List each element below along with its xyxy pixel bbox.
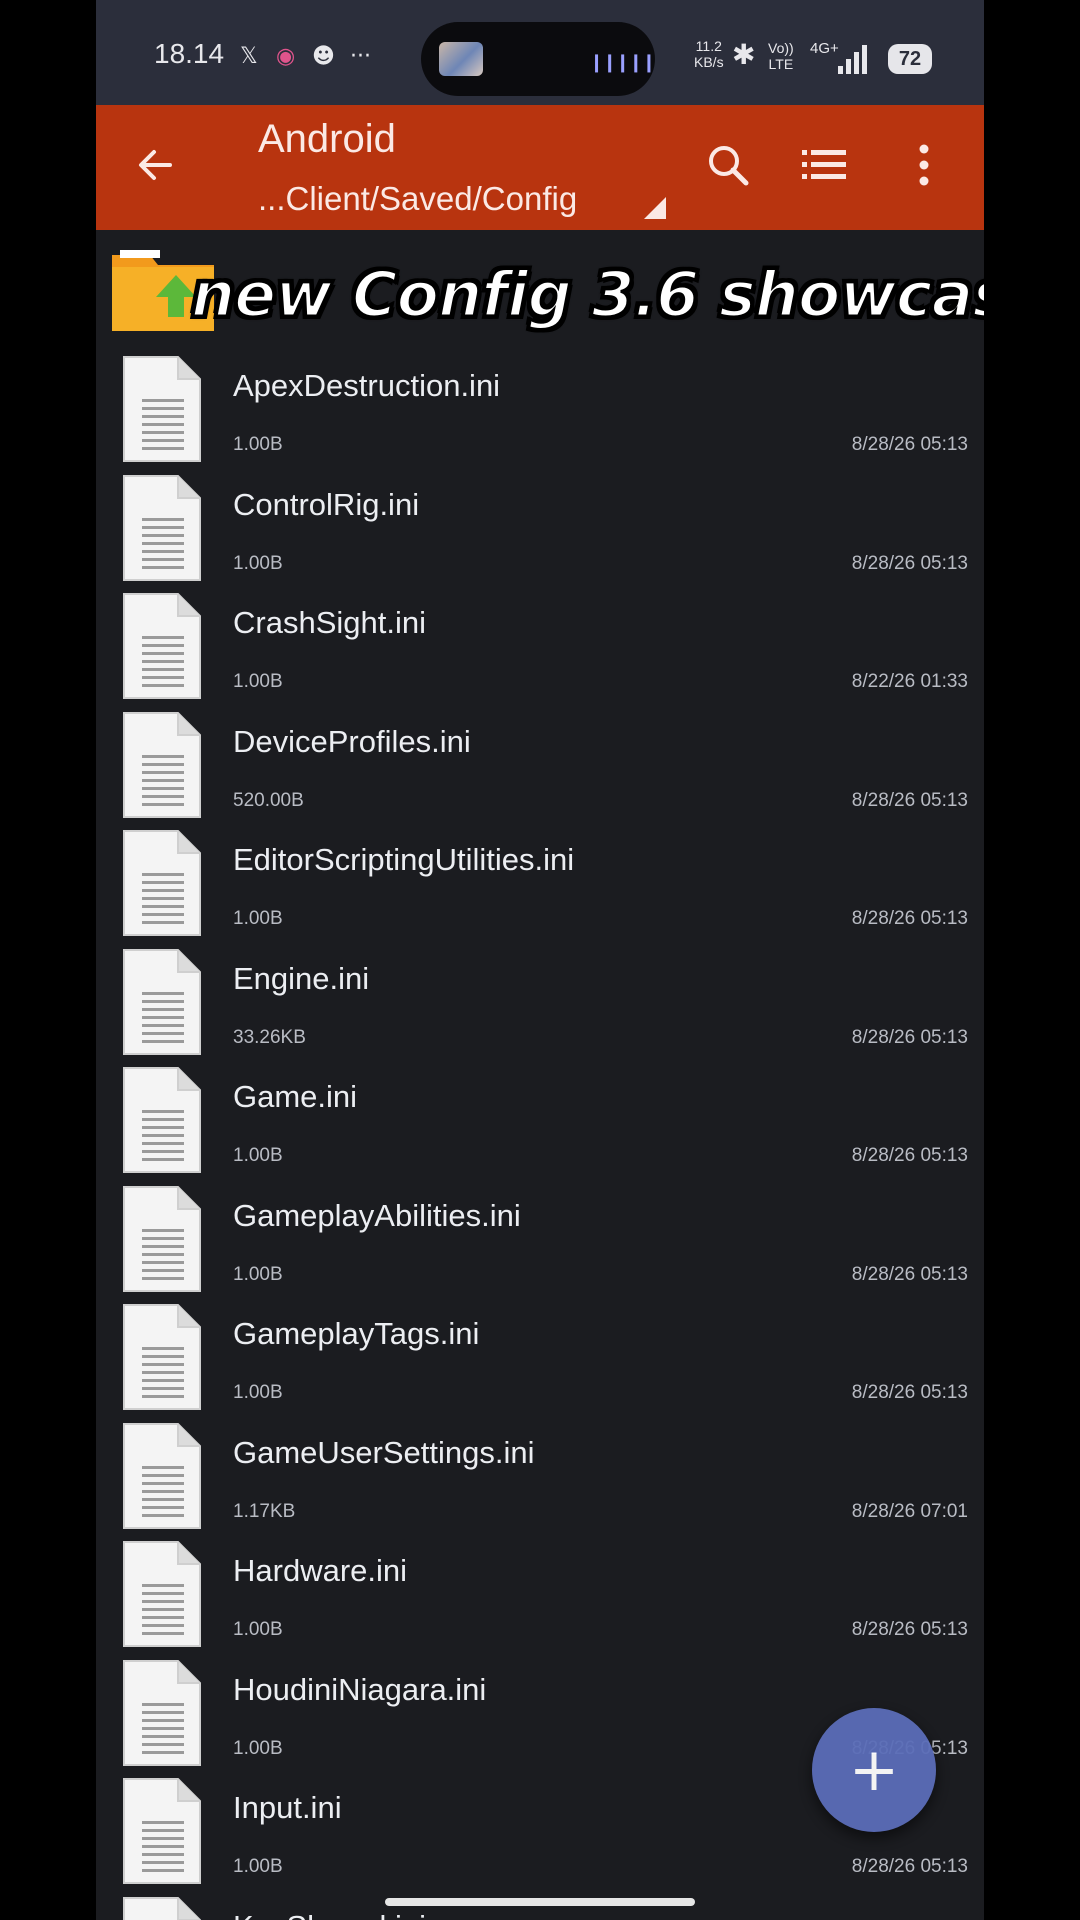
audio-wave-icon: ❙❙❙❙❙ <box>589 52 656 73</box>
file-size: 1.00B <box>233 434 283 455</box>
file-date: 8/22/26 01:33 <box>851 671 968 692</box>
document-icon <box>123 474 201 581</box>
file-size: 1.17KB <box>233 1500 296 1522</box>
file-name: HoudiniNiagara.ini <box>233 1671 487 1707</box>
bluetooth-icon: ✱ <box>732 38 756 71</box>
file-name: GameplayTags.ini <box>233 1316 480 1351</box>
file-row[interactable]: Game.ini 1.00B 8/28/26 05:13 <box>96 1061 984 1180</box>
file-date: 8/28/26 05:13 <box>851 789 968 811</box>
more-dots-icon: ··· <box>350 44 371 69</box>
phone-screen: 18.14 𝕏 ◉ ☻ ··· ❙❙❙❙❙ 11.2 KB/s ✱ Vo)) L… <box>96 0 984 1920</box>
file-name: DeviceProfiles.ini <box>233 723 471 759</box>
file-size: 1.00B <box>233 1856 283 1877</box>
file-row[interactable]: GameplayAbilities.ini 1.00B 8/28/26 05:13 <box>96 1180 984 1299</box>
x-icon: 𝕏 <box>240 44 258 69</box>
file-name: ControlRig.ini <box>233 486 420 522</box>
file-name: Input.ini <box>233 1790 342 1825</box>
document-icon <box>123 356 201 462</box>
file-date: 8/28/26 05:13 <box>851 552 968 574</box>
overflow-menu-icon[interactable] <box>896 137 952 193</box>
folder-path-dropdown[interactable]: ...Client/Saved/Config <box>258 180 577 218</box>
file-name: CrashSight.ini <box>233 605 426 640</box>
media-thumbnail <box>439 42 483 76</box>
file-row[interactable]: Hardware.ini 1.00B 8/28/26 05:13 <box>96 1535 984 1654</box>
file-size: 520.00B <box>233 789 304 811</box>
file-size: 33.26KB <box>233 1026 306 1048</box>
app-toolbar: Android ...Client/Saved/Config <box>96 105 984 230</box>
file-date: 8/28/26 05:13 <box>851 908 968 929</box>
document-icon <box>123 711 201 818</box>
file-row[interactable]: Engine.ini 33.26KB 8/28/26 05:13 <box>96 943 984 1062</box>
file-size: 1.00B <box>233 1737 283 1759</box>
home-indicator[interactable] <box>385 1898 695 1906</box>
file-row[interactable]: ControlRig.ini 1.00B 8/28/26 05:13 <box>96 469 984 588</box>
file-name: EditorScriptingUtilities.ini <box>233 842 575 877</box>
file-row[interactable]: EditorScriptingUtilities.ini 1.00B 8/28/26… <box>96 824 984 943</box>
file-date: 8/28/26 07:01 <box>851 1500 968 1522</box>
document-icon <box>123 948 201 1055</box>
file-date: 8/28/26 05:13 <box>851 1145 968 1166</box>
status-time: 18.14 <box>154 38 225 69</box>
file-size: 1.00B <box>233 1619 283 1640</box>
net-speed-value: 11.2 <box>695 38 722 54</box>
file-date: 8/28/26 05:13 <box>851 1856 968 1877</box>
document-icon <box>123 1659 201 1766</box>
threads-icon: ◉ <box>276 44 296 69</box>
file-date: 8/28/26 05:13 <box>851 434 968 455</box>
dynamic-island[interactable]: ❙❙❙❙❙ <box>421 22 656 96</box>
battery-icon: 72 <box>888 44 932 74</box>
file-row[interactable]: GameUserSettings.ini 1.17KB 8/28/26 07:01 <box>96 1417 984 1536</box>
document-icon <box>123 1304 201 1410</box>
file-date: 8/28/26 05:13 <box>851 1382 968 1403</box>
file-name: Hardware.ini <box>233 1553 408 1588</box>
document-icon <box>123 1778 201 1884</box>
document-icon <box>123 1422 201 1529</box>
file-name: GameplayAbilities.ini <box>233 1197 521 1233</box>
folder-title: Android <box>258 117 396 161</box>
caret-down-icon[interactable] <box>644 197 666 219</box>
search-icon[interactable] <box>700 137 756 193</box>
volte-indicator: Vo)) LTE <box>768 40 794 72</box>
list-view-icon[interactable] <box>796 137 852 193</box>
file-size: 1.00B <box>233 1382 283 1403</box>
file-size: 1.00B <box>233 1145 283 1166</box>
file-name: Engine.ini <box>233 960 370 996</box>
signal-icon <box>838 45 867 74</box>
file-row[interactable]: CrashSight.ini 1.00B 8/22/26 01:33 <box>96 587 984 706</box>
status-bar: 18.14 𝕏 ◉ ☻ ··· ❙❙❙❙❙ 11.2 KB/s ✱ Vo)) L… <box>96 0 984 105</box>
file-row[interactable]: GameplayTags.ini 1.00B 8/28/26 05:13 <box>96 1298 984 1417</box>
document-icon <box>123 1185 201 1292</box>
file-size: 1.00B <box>233 671 283 692</box>
document-icon <box>123 1067 201 1173</box>
file-size: 1.00B <box>233 1263 283 1285</box>
network-type: 4G+ <box>810 40 839 57</box>
file-name: Game.ini <box>233 1079 358 1114</box>
file-name: KeyShared.ini <box>233 1909 426 1920</box>
file-row[interactable]: DeviceProfiles.ini 520.00B 8/28/26 05:13 <box>96 706 984 825</box>
file-size: 1.00B <box>233 908 283 929</box>
file-size: 1.00B <box>233 552 283 574</box>
document-icon <box>123 830 201 936</box>
document-icon <box>123 593 201 699</box>
document-icon <box>123 1541 201 1647</box>
video-overlay-banner: new Config 3.6 showcase <box>189 257 984 333</box>
back-arrow-icon[interactable] <box>126 135 186 195</box>
file-date: 8/28/26 05:13 <box>851 1263 968 1285</box>
add-fab-button[interactable]: + <box>812 1708 936 1832</box>
net-speed-unit: KB/s <box>694 54 724 70</box>
file-name: ApexDestruction.ini <box>233 368 501 403</box>
net-speed: 11.2 KB/s <box>694 38 724 70</box>
document-icon <box>123 1896 201 1920</box>
file-date: 8/28/26 05:13 <box>851 1026 968 1048</box>
file-row[interactable]: ApexDestruction.ini 1.00B 8/28/26 05:13 <box>96 350 984 469</box>
volte-bottom: LTE <box>768 56 794 72</box>
volte-top: Vo)) <box>768 40 794 56</box>
file-name: GameUserSettings.ini <box>233 1434 535 1470</box>
file-date: 8/28/26 05:13 <box>851 1619 968 1640</box>
reddit-icon: ☻ <box>312 44 335 69</box>
